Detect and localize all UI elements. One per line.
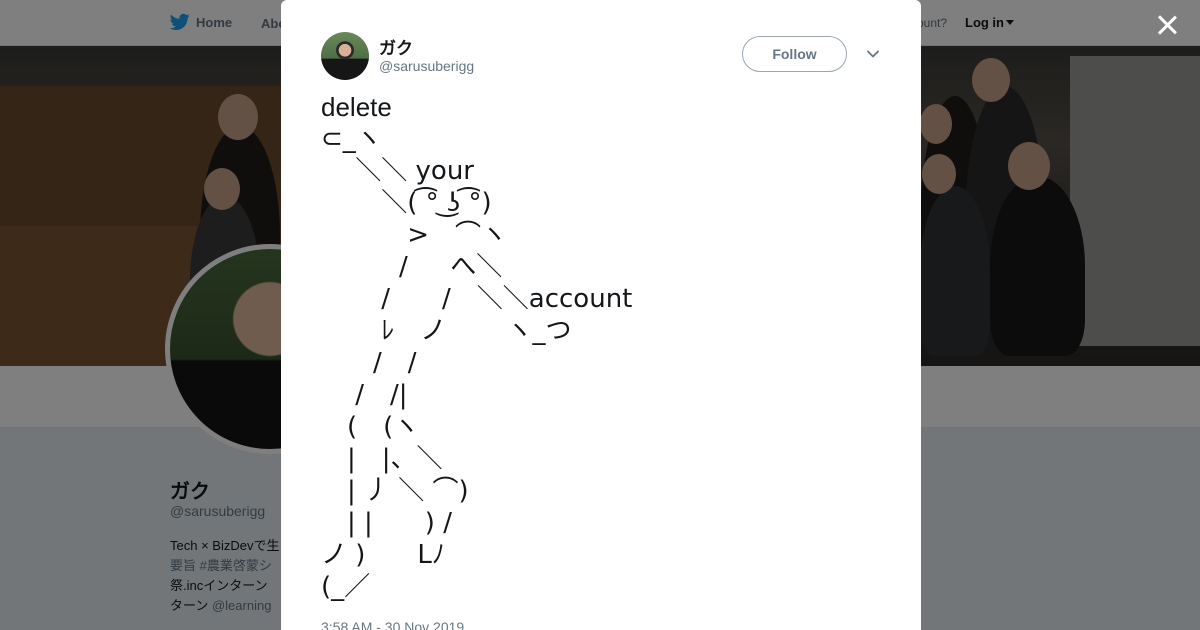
- tweet-line: / へ＼: [321, 252, 503, 282]
- tweet-line: > ⌒ヽ: [321, 220, 508, 250]
- tweet-line: delete: [321, 92, 392, 122]
- tweet-line: | |、＼: [321, 444, 443, 474]
- tweet-line: / /|: [321, 380, 408, 410]
- chevron-down-icon[interactable]: [866, 47, 880, 61]
- tweet-text: delete ⊂_ヽ ＼＼ your ＼( ͡° ͜ʖ ͡°) > ⌒ヽ / へ＼…: [321, 91, 901, 603]
- tweet-author-handle[interactable]: @sarusuberigg: [379, 58, 474, 74]
- tweet-timestamp[interactable]: 3:58 AM - 30 Nov 2019: [321, 619, 464, 630]
- tweet-line: ⊂_ヽ: [321, 124, 382, 154]
- tweet-author-name[interactable]: ガク: [379, 34, 413, 59]
- tweet-line: (_／: [321, 572, 371, 602]
- tweet-line: ＼＼ your: [321, 156, 474, 186]
- tweet-line: ＼( ͡° ͜ʖ ͡°): [321, 188, 492, 218]
- tweet-author-avatar[interactable]: [321, 32, 369, 80]
- tweet-line: / / ＼＼account: [321, 284, 633, 314]
- tweet-line: ﾚ ノ ヽ_つ: [321, 316, 572, 346]
- tweet-line: | 丿 ＼ ⌒): [321, 476, 469, 506]
- tweet-line: ノ ) Lﾉ: [321, 540, 445, 570]
- follow-button[interactable]: Follow: [742, 36, 847, 72]
- close-icon[interactable]: [1154, 12, 1180, 38]
- tweet-line: / /: [321, 348, 417, 378]
- tweet-line: | | ) /: [321, 508, 452, 538]
- tweet-modal: ガク @sarusuberigg Follow delete ⊂_ヽ ＼＼ you…: [281, 0, 921, 630]
- tweet-line: ( (ヽ: [321, 412, 420, 442]
